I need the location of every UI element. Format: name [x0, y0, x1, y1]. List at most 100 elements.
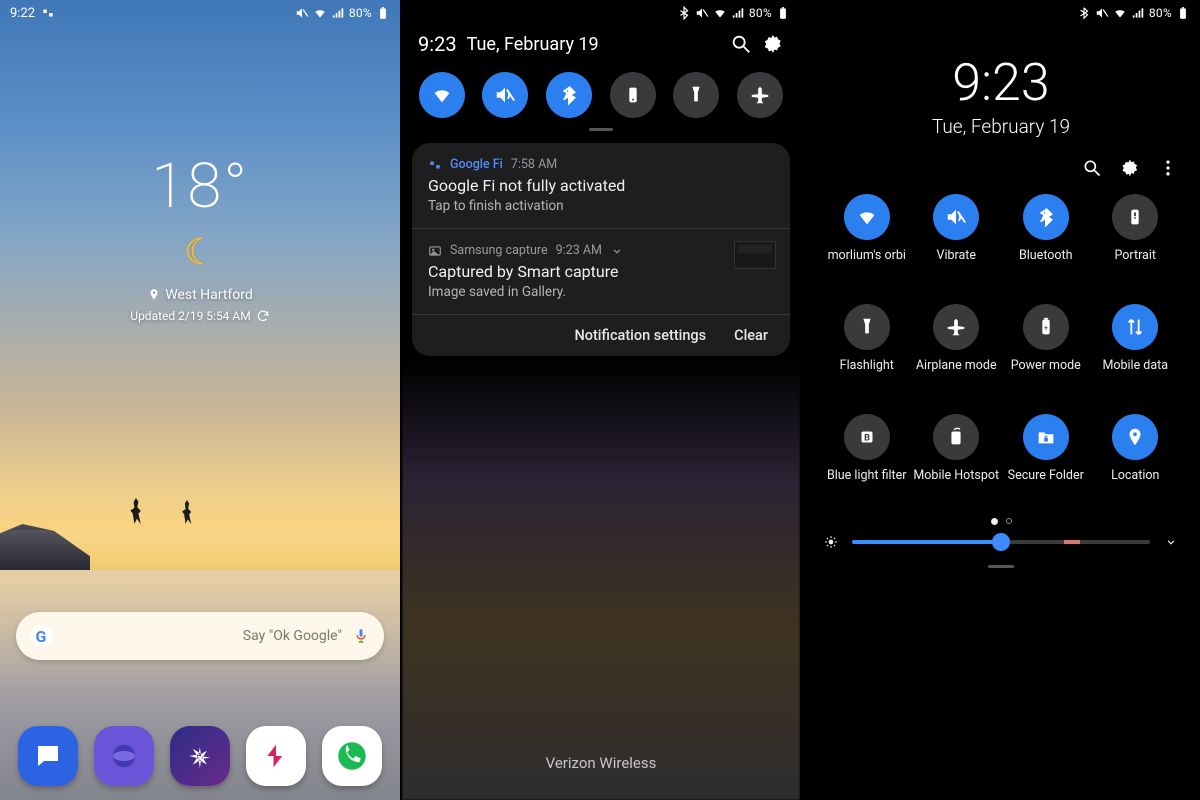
notif-app: Google Fi	[450, 157, 503, 172]
signal-icon	[331, 6, 345, 20]
tile-label: Mobile Hotspot	[913, 468, 999, 498]
chevron-down-icon[interactable]	[1164, 535, 1178, 549]
brightness-slider[interactable]	[852, 540, 1150, 544]
tile-label: Secure Folder	[1008, 468, 1084, 498]
gear-icon[interactable]	[1120, 158, 1140, 178]
notif-body: Tap to finish activation	[428, 198, 774, 214]
moon-icon: ☾	[0, 231, 400, 273]
qs-date: Tue, February 19	[802, 115, 1200, 138]
tile-label: Vibrate	[936, 248, 976, 278]
carrier-label: Verizon Wireless	[402, 754, 800, 772]
notification-shade: 80% 9:23 Tue, February 19 Google Fi 7:58…	[400, 0, 800, 800]
tile-label: Mobile data	[1102, 358, 1168, 388]
updated-label: Updated 2/19 5:54 AM	[130, 309, 250, 323]
shade-date: Tue, February 19	[467, 34, 720, 55]
mic-icon[interactable]	[352, 627, 370, 645]
drag-handle[interactable]	[988, 565, 1014, 568]
wifi-icon	[313, 6, 327, 20]
tile-label: Airplane mode	[916, 358, 997, 388]
brightness-row	[802, 525, 1200, 549]
image-icon	[428, 244, 442, 258]
rotation-toggle[interactable]	[610, 72, 656, 118]
qs-clock: 9:23 Tue, February 19	[802, 52, 1200, 138]
shade-header: 9:23 Tue, February 19	[402, 18, 800, 62]
blue-light-tile[interactable]: B	[844, 414, 890, 460]
google-search-bar[interactable]: G Say "Ok Google"	[16, 612, 384, 660]
wallpaper-horizon	[0, 480, 400, 570]
notification-item[interactable]: Google Fi 7:58 AM Google Fi not fully ac…	[412, 143, 790, 228]
battery-label: 80%	[349, 6, 372, 20]
search-icon[interactable]	[1082, 158, 1102, 178]
notif-title: Google Fi not fully activated	[428, 176, 774, 195]
notif-title: Captured by Smart capture	[428, 262, 774, 281]
gear-icon[interactable]	[762, 33, 784, 55]
temperature-label: 18°	[0, 150, 400, 223]
notif-body: Image saved in Gallery.	[428, 284, 774, 300]
notif-app: Samsung capture	[450, 243, 548, 258]
google-fi-icon	[428, 158, 442, 172]
flashlight-toggle[interactable]	[673, 72, 719, 118]
tile-label: morlium's orbi	[828, 248, 906, 278]
tile-label: Bluetooth	[1019, 248, 1073, 278]
search-icon[interactable]	[730, 33, 752, 55]
qs-time: 9:23	[802, 52, 1200, 113]
wifi-tile[interactable]	[844, 194, 890, 240]
page-indicator[interactable]	[802, 518, 1200, 525]
battery-label: 80%	[1149, 6, 1172, 20]
notification-settings-button[interactable]: Notification settings	[574, 327, 706, 344]
drag-handle[interactable]	[589, 128, 613, 131]
messages-app-icon[interactable]	[18, 726, 78, 786]
notif-time: 9:23 AM	[556, 243, 602, 258]
bluetooth-tile[interactable]	[1023, 194, 1069, 240]
location-label: West Hartford	[165, 287, 253, 303]
power-mode-tile[interactable]: +	[1023, 304, 1069, 350]
notification-list: Google Fi 7:58 AM Google Fi not fully ac…	[412, 143, 790, 356]
mute-icon	[295, 6, 309, 20]
status-time: 9:22	[10, 6, 35, 21]
secure-folder-tile[interactable]	[1023, 414, 1069, 460]
music-app-icon[interactable]	[246, 726, 306, 786]
qs-action-row	[802, 138, 1200, 184]
location-tile[interactable]	[1112, 414, 1158, 460]
vibrate-toggle[interactable]	[482, 72, 528, 118]
tile-label: Blue light filter	[827, 468, 907, 498]
galaxy-apps-icon[interactable]	[170, 726, 230, 786]
mobile-data-tile[interactable]	[1112, 304, 1158, 350]
dock	[0, 726, 400, 786]
airplane-toggle[interactable]	[737, 72, 783, 118]
refresh-icon[interactable]	[256, 309, 270, 323]
tile-label: Portrait	[1115, 248, 1157, 278]
svg-text:B: B	[864, 434, 870, 444]
quick-settings-panel: 80% 9:23 Tue, February 19 morlium's orbi…	[800, 0, 1200, 800]
airplane-tile[interactable]	[933, 304, 979, 350]
pin-icon	[147, 288, 161, 302]
bluetooth-icon	[1077, 6, 1091, 20]
wifi-icon	[1113, 6, 1127, 20]
bluetooth-toggle[interactable]	[546, 72, 592, 118]
flashlight-tile[interactable]	[844, 304, 890, 350]
quick-toggle-row	[402, 62, 800, 122]
overflow-icon[interactable]	[1158, 158, 1178, 178]
browser-app-icon[interactable]	[94, 726, 154, 786]
tile-label: Flashlight	[840, 358, 894, 388]
tile-label: Location	[1111, 468, 1159, 498]
wifi-toggle[interactable]	[419, 72, 465, 118]
svg-text:+: +	[1043, 324, 1048, 334]
portrait-tile[interactable]	[1112, 194, 1158, 240]
status-bar: 80%	[802, 0, 1200, 26]
battery-icon	[1176, 6, 1190, 20]
chevron-down-icon[interactable]	[610, 244, 624, 258]
battery-icon	[376, 6, 390, 20]
clear-button[interactable]: Clear	[734, 327, 768, 344]
home-screen: 9:22 80% 18° ☾ West Hartford Updated 2/1…	[0, 0, 400, 800]
phone-app-icon[interactable]	[322, 726, 382, 786]
page-dot	[1006, 518, 1012, 524]
status-bar: 9:22 80%	[0, 0, 400, 26]
signal-icon	[1131, 6, 1145, 20]
brightness-icon	[824, 535, 838, 549]
notification-item[interactable]: Samsung capture 9:23 AM Captured by Smar…	[412, 228, 790, 314]
hotspot-tile[interactable]	[933, 414, 979, 460]
weather-widget[interactable]: 18° ☾ West Hartford Updated 2/19 5:54 AM	[0, 150, 400, 323]
vibrate-tile[interactable]	[933, 194, 979, 240]
google-logo-icon: G	[30, 625, 52, 647]
